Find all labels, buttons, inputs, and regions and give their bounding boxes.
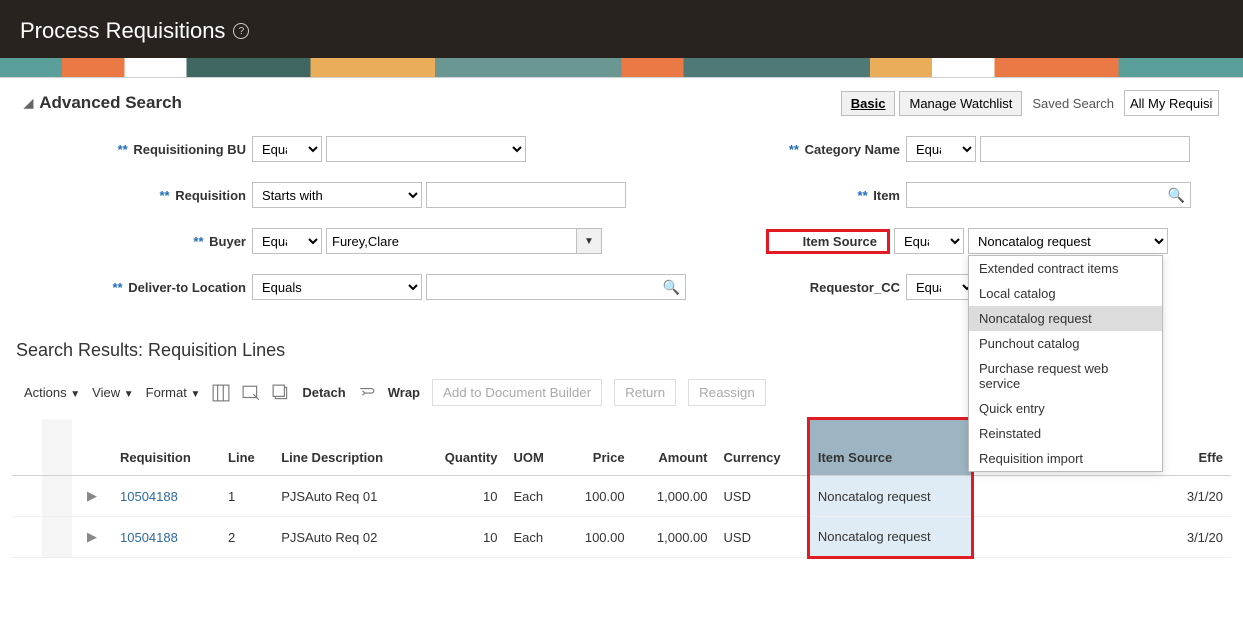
detach-label[interactable]: Detach bbox=[302, 385, 345, 400]
item-source-value[interactable]: Noncatalog request bbox=[968, 228, 1168, 254]
requisition-link[interactable]: 10504188 bbox=[120, 530, 178, 545]
dropdown-option[interactable]: Quick entry bbox=[969, 396, 1162, 421]
dropdown-option[interactable]: Punchout catalog bbox=[969, 331, 1162, 356]
help-icon[interactable]: ? bbox=[233, 23, 249, 39]
expand-row-icon[interactable]: ▶ bbox=[72, 517, 112, 558]
dropdown-option[interactable]: Noncatalog request bbox=[969, 306, 1162, 331]
freeze-icon[interactable] bbox=[212, 384, 230, 402]
item-source-highlight: Item Source bbox=[766, 229, 890, 254]
col-amount[interactable]: Amount bbox=[633, 419, 716, 476]
item-source-dropdown: Extended contract items Local catalog No… bbox=[968, 255, 1163, 472]
col-item-source[interactable]: Item Source bbox=[808, 419, 972, 476]
col-eff[interactable]: Effe bbox=[1166, 419, 1231, 476]
view-menu[interactable]: View ▼ bbox=[92, 385, 133, 400]
req-bu-value[interactable] bbox=[326, 136, 526, 162]
wrap-label[interactable]: Wrap bbox=[388, 385, 420, 400]
requestor-cc-operator[interactable]: Equals bbox=[906, 274, 976, 300]
page-title: Process Requisitions bbox=[20, 18, 225, 44]
expand-row-icon[interactable]: ▶ bbox=[72, 476, 112, 517]
col-line-desc[interactable]: Line Description bbox=[273, 419, 420, 476]
col-line[interactable]: Line bbox=[220, 419, 273, 476]
advanced-search-heading: ◢ Advanced Search bbox=[24, 93, 182, 113]
requisition-value[interactable] bbox=[426, 182, 626, 208]
return-button[interactable]: Return bbox=[614, 379, 676, 406]
saved-search-label: Saved Search bbox=[1026, 96, 1120, 111]
wrap-icon[interactable] bbox=[358, 384, 376, 402]
format-menu[interactable]: Format ▼ bbox=[146, 385, 201, 400]
basic-search-button[interactable]: Basic bbox=[841, 91, 896, 116]
dropdown-option[interactable]: Extended contract items bbox=[969, 256, 1162, 281]
table-row[interactable]: ▶ 10504188 1 PJSAuto Req 01 10 Each 100.… bbox=[12, 476, 1231, 517]
col-uom[interactable]: UOM bbox=[506, 419, 564, 476]
decorative-ribbon bbox=[0, 58, 1243, 78]
saved-search-select[interactable] bbox=[1124, 90, 1219, 116]
dropdown-option[interactable]: Purchase request web service bbox=[969, 356, 1162, 396]
deliver-to-value[interactable] bbox=[426, 274, 686, 300]
buyer-value[interactable] bbox=[326, 228, 576, 254]
item-value[interactable] bbox=[906, 182, 1191, 208]
buyer-dropdown-button[interactable]: ▼ bbox=[576, 228, 602, 254]
query-icon[interactable] bbox=[242, 384, 260, 402]
buyer-operator[interactable]: Equals bbox=[252, 228, 322, 254]
add-to-doc-builder-button[interactable]: Add to Document Builder bbox=[432, 379, 602, 406]
requisition-link[interactable]: 10504188 bbox=[120, 489, 178, 504]
col-quantity[interactable]: Quantity bbox=[420, 419, 506, 476]
col-currency[interactable]: Currency bbox=[716, 419, 809, 476]
collapse-icon[interactable]: ◢ bbox=[24, 96, 33, 110]
col-requisition[interactable]: Requisition bbox=[112, 419, 220, 476]
item-source-operator[interactable]: Equals bbox=[894, 228, 964, 254]
req-bu-operator[interactable]: Equals bbox=[252, 136, 322, 162]
actions-menu[interactable]: Actions ▼ bbox=[24, 385, 80, 400]
dropdown-option[interactable]: Requisition import bbox=[969, 446, 1162, 471]
manage-watchlist-button[interactable]: Manage Watchlist bbox=[899, 91, 1022, 116]
dropdown-option[interactable]: Local catalog bbox=[969, 281, 1162, 306]
page-header: Process Requisitions ? bbox=[0, 6, 1243, 58]
detach-icon[interactable] bbox=[272, 384, 290, 402]
table-row[interactable]: ▶ 10504188 2 PJSAuto Req 02 10 Each 100.… bbox=[12, 517, 1231, 558]
col-price[interactable]: Price bbox=[563, 419, 632, 476]
category-operator[interactable]: Equals bbox=[906, 136, 976, 162]
deliver-to-operator[interactable]: Equals bbox=[252, 274, 422, 300]
requisition-operator[interactable]: Starts with bbox=[252, 182, 422, 208]
dropdown-option[interactable]: Reinstated bbox=[969, 421, 1162, 446]
reassign-button[interactable]: Reassign bbox=[688, 379, 766, 406]
category-value[interactable] bbox=[980, 136, 1190, 162]
